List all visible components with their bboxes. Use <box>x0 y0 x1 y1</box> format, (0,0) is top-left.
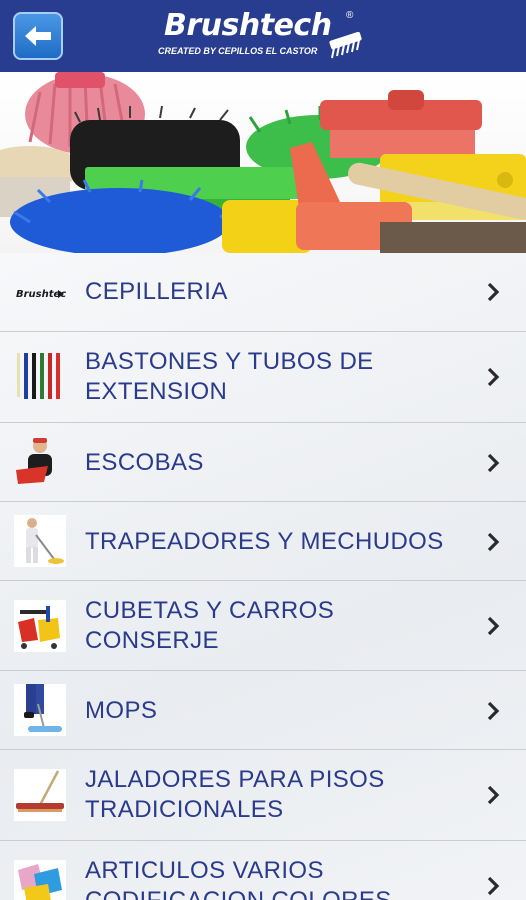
menu-item-bastones[interactable]: BASTONES Y TUBOS DE EXTENSION <box>0 332 526 423</box>
menu-item-label: TRAPEADORES Y MECHUDOS <box>85 528 444 555</box>
logo-text: Brushtech <box>164 8 332 43</box>
brushtech-logo-icon: Brushtech <box>16 289 66 300</box>
menu-item-label: MOPS <box>85 697 158 724</box>
menu-item-escobas[interactable]: ESCOBAS <box>0 423 526 502</box>
dust-mop-icon <box>14 684 66 736</box>
chevron-right-icon <box>487 367 500 387</box>
bucket-cart-icon <box>14 600 66 652</box>
menu-item-mops[interactable]: MOPS <box>0 671 526 750</box>
menu-item-label: JALADORES PARA PISOS TRADICIONALES <box>85 766 385 823</box>
chevron-right-icon <box>487 453 500 473</box>
menu-item-cepilleria[interactable]: Brushtech CEPILLERIA <box>0 253 526 332</box>
menu-item-articulos[interactable]: ARTICULOS VARIOS CODIFICACION COLORES <box>0 841 526 900</box>
back-button[interactable] <box>13 12 63 60</box>
red-brush <box>320 90 482 158</box>
chevron-right-icon <box>487 616 500 636</box>
menu-item-trapeadores[interactable]: TRAPEADORES Y MECHUDOS <box>0 502 526 581</box>
chevron-right-icon <box>487 282 500 302</box>
menu-item-jaladores[interactable]: JALADORES PARA PISOS TRADICIONALES <box>0 750 526 841</box>
color-cloths-icon <box>14 860 66 900</box>
brushes-photo <box>0 72 526 253</box>
menu-item-label: CUBETAS Y CARROS CONSERJE <box>85 597 335 654</box>
back-arrow-icon <box>25 26 51 46</box>
menu-item-label: BASTONES Y TUBOS DE EXTENSION <box>85 348 374 405</box>
menu-item-label: ARTICULOS VARIOS CODIFICACION COLORES <box>85 857 391 900</box>
app-header: Brushtech ® CREATED BY CEPILLOS EL CASTO… <box>0 0 526 72</box>
floor-squeegee-icon <box>14 769 66 821</box>
logo-registered-mark: ® <box>346 10 354 21</box>
menu-item-label: CEPILLERIA <box>85 278 228 305</box>
category-menu: Brushtech CEPILLERIA BASTONES Y TUBOS DE… <box>0 253 526 900</box>
broom-person-icon <box>16 438 52 484</box>
logo-brush-icon <box>329 32 362 59</box>
chevron-right-icon <box>487 701 500 721</box>
chevron-right-icon <box>487 785 500 805</box>
brushtech-logo: Brushtech ® CREATED BY CEPILLOS EL CASTO… <box>158 8 370 64</box>
menu-item-label: ESCOBAS <box>85 449 204 476</box>
logo-tagline: CREATED BY CEPILLOS EL CASTOR <box>158 46 318 56</box>
brushes-banner-image <box>0 72 526 253</box>
extension-poles-icon <box>17 353 60 399</box>
chevron-right-icon <box>487 876 500 896</box>
menu-item-cubetas[interactable]: CUBETAS Y CARROS CONSERJE <box>0 581 526 671</box>
mopping-person-icon <box>14 515 66 567</box>
chevron-right-icon <box>487 532 500 552</box>
